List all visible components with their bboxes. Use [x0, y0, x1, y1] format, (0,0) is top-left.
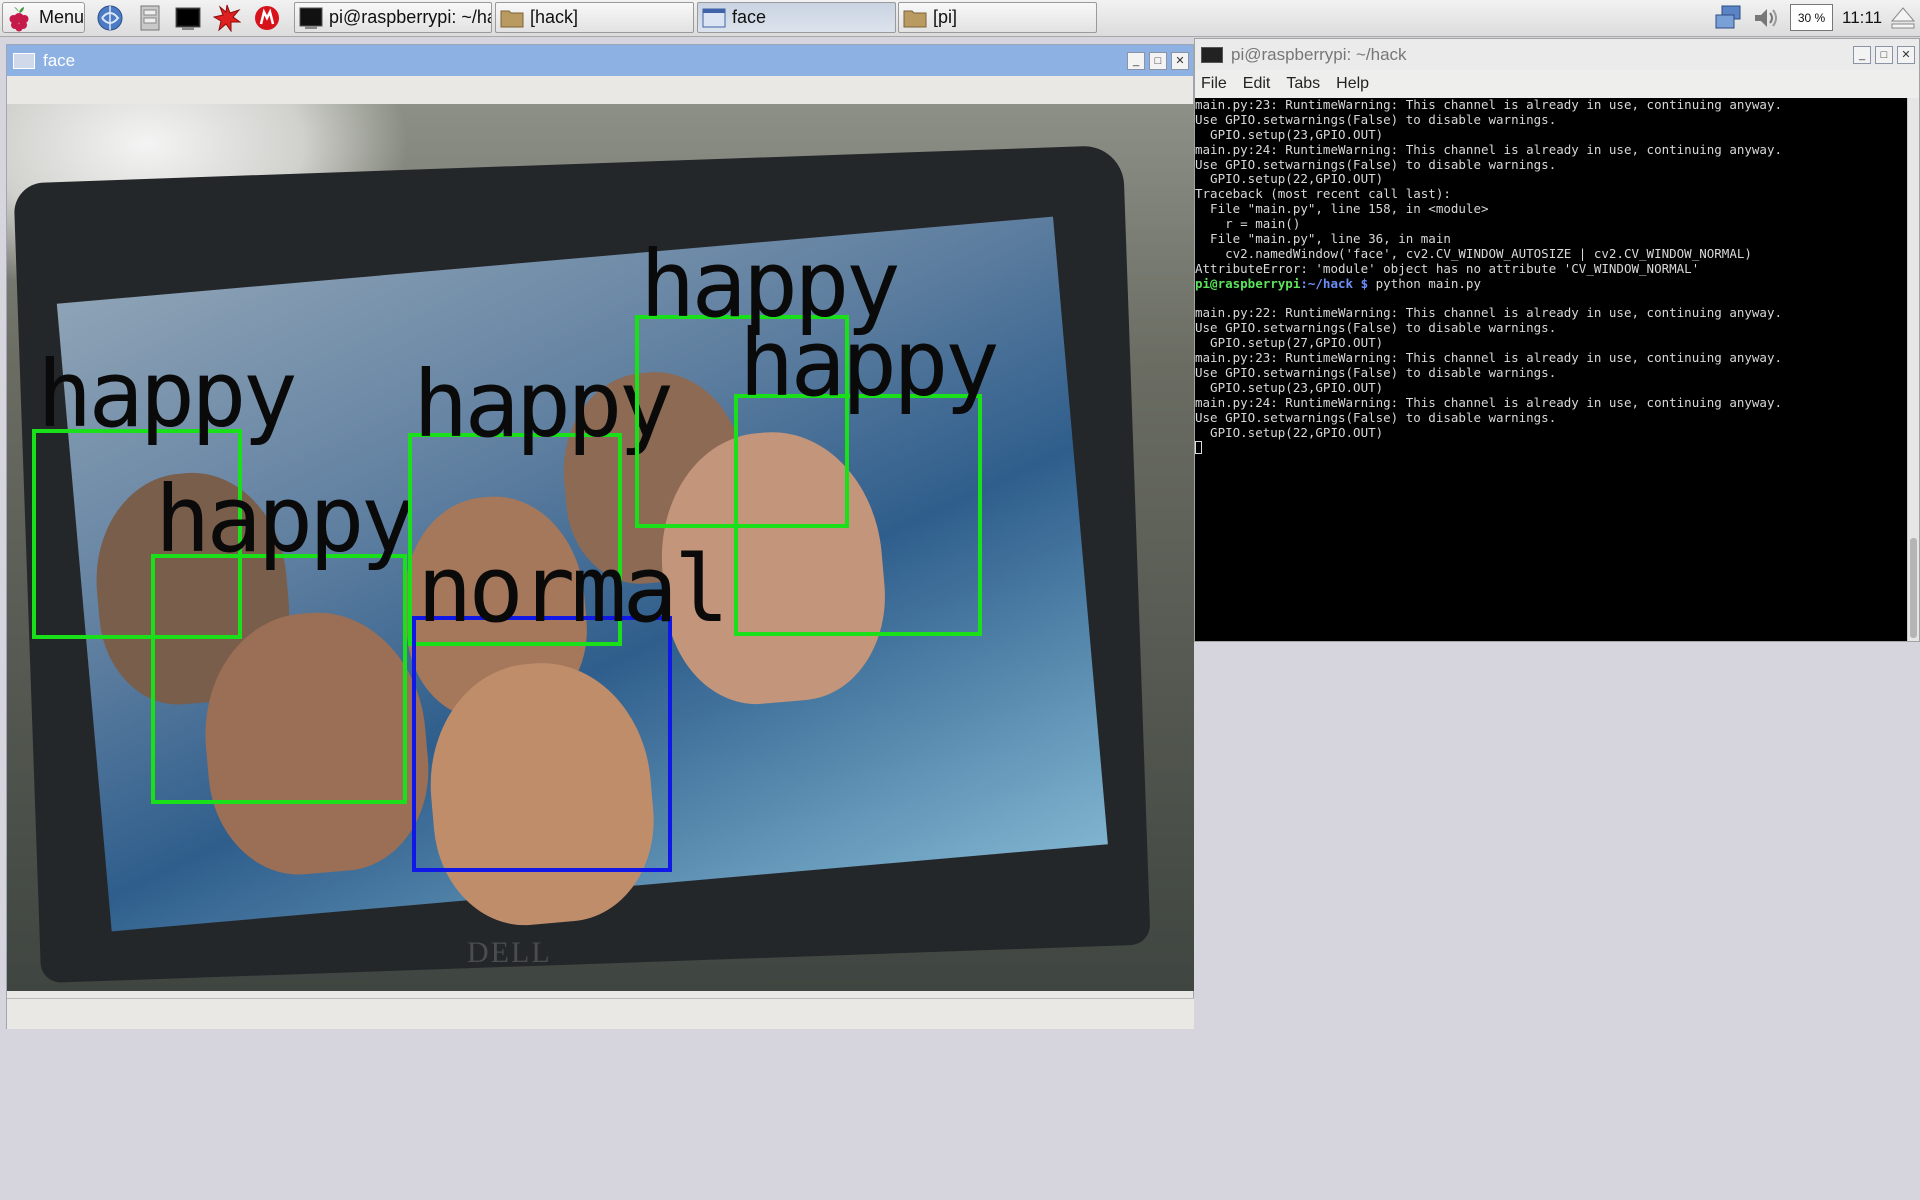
minimize-button[interactable]: _ — [1853, 45, 1871, 64]
terminal-line: Use GPIO.setwarnings(False) to disable w… — [1195, 111, 1557, 127]
terminal-icon[interactable] — [173, 3, 203, 33]
face-box — [151, 554, 407, 804]
clock[interactable]: 11:11 — [1842, 8, 1882, 28]
window-icon — [702, 7, 726, 29]
terminal-line: Use GPIO.setwarnings(False) to disable w… — [1195, 320, 1557, 336]
menu-edit[interactable]: Edit — [1243, 75, 1271, 93]
raspberry-pi-icon — [5, 4, 33, 32]
task-pi-folder[interactable]: [pi] — [898, 2, 1097, 33]
task-label: [pi] — [933, 7, 958, 27]
folder-icon — [903, 7, 927, 29]
emotion-label: happy — [155, 466, 416, 573]
face-box — [734, 394, 982, 636]
task-terminal[interactable]: pi@raspberrypi: ~/ha... — [294, 2, 492, 33]
cpu-monitor[interactable]: 30 % — [1790, 4, 1833, 31]
terminal-line: Use GPIO.setwarnings(False) to disable w… — [1195, 409, 1557, 425]
close-button[interactable]: ✕ — [1171, 51, 1189, 70]
terminal-line: r = main() — [1195, 216, 1301, 232]
emotion-label: happy — [739, 310, 1000, 417]
terminal-line: Use GPIO.setwarnings(False) to disable w… — [1195, 156, 1557, 172]
taskbar: Menu pi@raspberrypi: ~/ha... [hack] face — [0, 0, 1920, 37]
terminal-icon — [1201, 46, 1223, 63]
terminal-line: GPIO.setup(27,GPIO.OUT) — [1195, 335, 1384, 351]
window-title: pi@raspberrypi: ~/hack — [1231, 44, 1407, 64]
minimize-button[interactable]: _ — [1127, 51, 1145, 70]
terminal-line: main.py:24: RuntimeWarning: This channel… — [1195, 141, 1782, 157]
terminal-line: main.py:23: RuntimeWarning: This channel… — [1195, 98, 1782, 112]
terminal-prompt-line: pi@raspberrypi:~/hack $ python main.py — [1195, 275, 1907, 292]
terminal-line: GPIO.setup(22,GPIO.OUT) — [1195, 171, 1384, 187]
terminal-cursor-line — [1195, 440, 1907, 455]
terminal-line: cv2.namedWindow('face', cv2.CV_WINDOW_AU… — [1195, 245, 1752, 261]
terminal-output[interactable]: main.py:23: RuntimeWarning: This channel… — [1195, 98, 1907, 641]
prompt-command: python main.py — [1368, 275, 1481, 291]
volume-icon[interactable] — [1750, 3, 1782, 33]
window-icon — [13, 52, 35, 69]
prompt-path: :~/hack $ — [1300, 275, 1369, 291]
terminal-titlebar[interactable]: pi@raspberrypi: ~/hack _ □ ✕ — [1195, 39, 1919, 70]
maximize-button[interactable]: □ — [1875, 45, 1893, 64]
menu-button[interactable]: Menu — [2, 2, 85, 33]
scrollbar-thumb[interactable] — [1910, 538, 1917, 638]
terminal-line: File "main.py", line 36, in main — [1195, 231, 1451, 247]
terminal-menubar: File Edit Tabs Help — [1195, 70, 1919, 98]
close-button[interactable]: ✕ — [1897, 45, 1915, 64]
maximize-button[interactable]: □ — [1149, 51, 1167, 70]
terminal-line: GPIO.setup(23,GPIO.OUT) — [1195, 126, 1384, 142]
terminal-line: main.py:23: RuntimeWarning: This channel… — [1195, 350, 1782, 366]
mathematica-icon[interactable] — [212, 3, 242, 33]
text-cursor — [1195, 441, 1202, 455]
emotion-label: happy — [413, 351, 674, 458]
terminal-line: main.py:24: RuntimeWarning: This channel… — [1195, 394, 1782, 410]
terminal-line: AttributeError: 'module' object has no a… — [1195, 260, 1700, 276]
face-window: face _ □ ✕ DELL happy happy happy happy … — [6, 44, 1194, 1029]
network-icon[interactable] — [1713, 3, 1745, 33]
emotion-label: normal — [417, 536, 729, 643]
camera-frame: DELL happy happy happy happy happy norma… — [7, 104, 1194, 991]
menu-tabs[interactable]: Tabs — [1286, 75, 1320, 93]
task-label: face — [732, 7, 767, 27]
face-window-statusbar — [7, 998, 1194, 1029]
terminal-line: GPIO.setup(22,GPIO.OUT) — [1195, 424, 1384, 440]
face-window-titlebar[interactable]: face _ □ ✕ — [7, 45, 1193, 76]
task-label: [hack] — [530, 7, 579, 27]
terminal-line: File "main.py", line 158, in <module> — [1195, 201, 1489, 217]
cpu-usage: 30 % — [1797, 10, 1826, 25]
dell-logo: DELL — [467, 936, 552, 969]
terminal-line: Traceback (most recent call last): — [1195, 186, 1451, 202]
wolfram-icon[interactable] — [252, 3, 282, 33]
terminal-line: Use GPIO.setwarnings(False) to disable w… — [1195, 365, 1557, 381]
eject-icon[interactable] — [1888, 3, 1918, 33]
window-title: face — [43, 50, 76, 70]
folder-icon — [500, 7, 524, 29]
terminal-line: GPIO.setup(23,GPIO.OUT) — [1195, 379, 1384, 395]
terminal-scrollbar[interactable] — [1907, 98, 1919, 641]
terminal-window: pi@raspberrypi: ~/hack _ □ ✕ File Edit T… — [1194, 38, 1920, 642]
terminal-line: main.py:22: RuntimeWarning: This channel… — [1195, 305, 1782, 321]
menu-file[interactable]: File — [1201, 75, 1227, 93]
face-box — [412, 616, 672, 872]
task-face-window[interactable]: face — [697, 2, 896, 33]
emotion-label: happy — [37, 341, 298, 448]
menu-help[interactable]: Help — [1336, 75, 1369, 93]
menu-label: Menu — [39, 7, 85, 27]
task-hack-folder[interactable]: [hack] — [495, 2, 694, 33]
task-label: pi@raspberrypi: ~/ha... — [329, 7, 491, 27]
terminal-icon — [299, 7, 323, 29]
prompt-user: pi@raspberrypi — [1195, 275, 1301, 291]
file-manager-icon[interactable] — [135, 3, 165, 33]
browser-icon[interactable] — [95, 3, 125, 33]
